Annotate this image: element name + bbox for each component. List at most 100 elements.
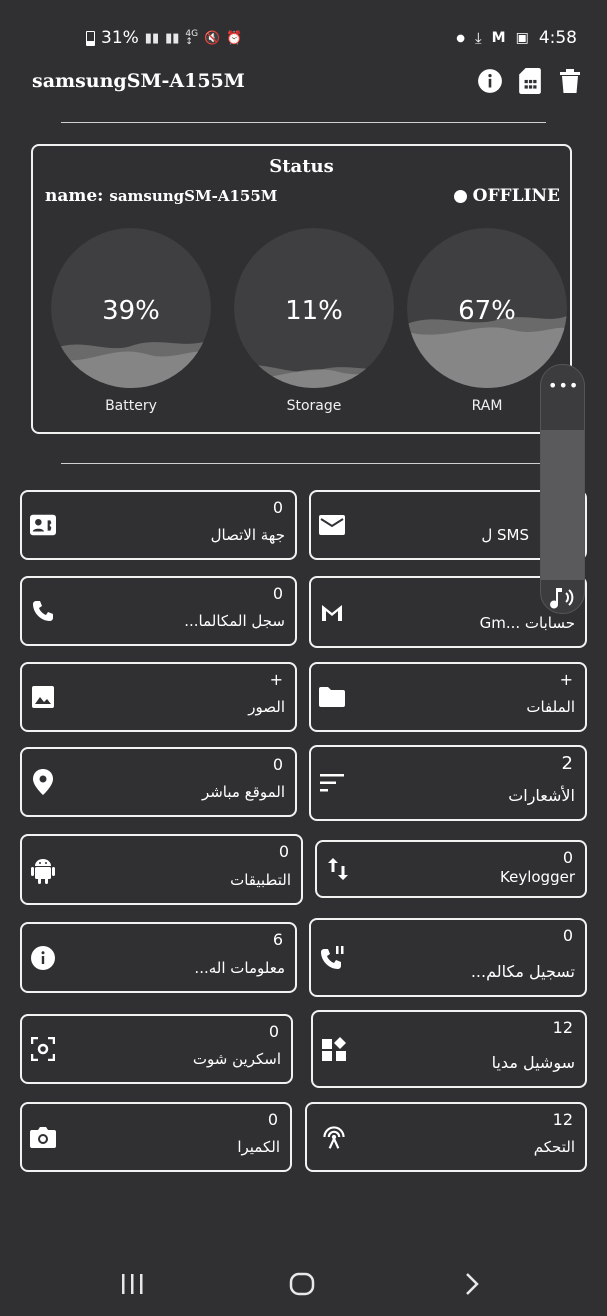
gmail-icon [319, 599, 345, 625]
tile-label: الصور [248, 698, 285, 716]
signal-icon: ▮▮ [144, 30, 160, 46]
tile-label: الموقع مباشر [201, 783, 285, 801]
device-name: name: samsungSM-A155M [45, 186, 277, 206]
tile-label: التحكم [533, 1138, 575, 1156]
status-bar-left: 31% ▮▮ ▮▮ 4G ↕ 🔇 ⏰ [86, 28, 243, 48]
tile-label: تسجيل مكالم... [470, 962, 575, 981]
back-icon[interactable] [462, 1272, 482, 1303]
widgets-icon [321, 1036, 347, 1062]
tile-social-media[interactable]: 12 سوشيل مديا [311, 1010, 587, 1088]
tile-control[interactable]: 12 التحكم [305, 1102, 587, 1172]
tile-count: 0 [267, 1110, 278, 1129]
divider-top [61, 122, 546, 123]
android-icon [30, 857, 56, 884]
status-card-title: Status [269, 156, 334, 177]
network-4g-icon: 4G ↕ [185, 29, 199, 47]
tile-label: SMS ل [481, 526, 529, 544]
mute-icon: 🔇 [204, 30, 221, 46]
phone-icon [30, 598, 56, 624]
info-icon[interactable] [477, 68, 503, 94]
info-circle-icon [30, 945, 56, 971]
status-bar-right: ● ⤓ M ▣ 4:58 [456, 28, 577, 48]
recents-icon[interactable] [120, 1272, 144, 1302]
header-actions [477, 68, 583, 94]
tile-count: 0 [278, 842, 289, 861]
trash-icon[interactable] [557, 68, 583, 94]
tile-call-log[interactable]: 0 سجل المكالما... [20, 576, 297, 646]
image-icon [30, 684, 56, 710]
gauge-label: Storage [286, 398, 342, 414]
status-dot-icon [453, 189, 467, 203]
tile-label: اسكرين شوت [192, 1050, 281, 1068]
tile-label: التطبيقات [230, 871, 291, 889]
gallery-status-icon: ▣ [515, 30, 529, 46]
sim-card-icon[interactable] [517, 68, 543, 94]
page-title: samsungSM-A155M [32, 70, 245, 92]
tile-label: سوشيل مديا [491, 1053, 575, 1072]
more-dots-icon[interactable]: ••• [548, 376, 578, 395]
tile-label: سجل المكالما... [184, 612, 285, 630]
antenna-icon [321, 1124, 347, 1150]
folder-icon [319, 684, 345, 710]
gauge-battery: 39% Battery [51, 228, 211, 414]
tile-label: الكميرا [237, 1138, 280, 1156]
gauge-value: 67% [458, 296, 516, 326]
alarm-icon: ⏰ [226, 30, 243, 46]
screenshot-icon [30, 1036, 56, 1062]
tile-count: 0 [272, 755, 283, 774]
tile-keylogger[interactable]: 0 Keylogger [315, 840, 587, 898]
tile-count: 0 [272, 498, 283, 517]
tile-camera[interactable]: 0 الكميرا [20, 1102, 292, 1172]
tile-count: 6 [272, 930, 283, 949]
tile-device-info[interactable]: 6 معلومات اله... [20, 922, 297, 993]
download-icon: ⤓ [475, 29, 482, 47]
notification-dot-icon: ● [456, 32, 465, 44]
tile-apps[interactable]: 0 التطبيقات [20, 834, 303, 905]
contact-card-icon [30, 512, 56, 538]
phone-paused-icon [319, 945, 345, 971]
tile-count: 2 [561, 753, 573, 774]
status-card: Status name: samsungSM-A155M OFFLINE 39%… [31, 144, 572, 434]
status-badge: OFFLINE [453, 186, 560, 206]
mail-icon [319, 512, 345, 538]
tile-count: 0 [272, 584, 283, 603]
tile-call-recording[interactable]: 0 تسجيل مكالم... [309, 918, 587, 997]
gauge-storage: 11% Storage [234, 228, 394, 414]
tile-count: 0 [562, 848, 573, 867]
tile-label: معلومات اله... [194, 959, 285, 977]
tile-contacts[interactable]: 0 جهة الاتصال [20, 490, 297, 560]
tile-photos[interactable]: + الصور [20, 662, 297, 732]
clock: 4:58 [538, 28, 577, 48]
battery-percent: 31% [101, 28, 139, 48]
divider-middle [61, 463, 546, 464]
signal-icon-2: ▮▮ [165, 30, 180, 46]
tile-files[interactable]: + الملفات [309, 662, 587, 732]
camera-icon [30, 1124, 56, 1150]
gauge-value: 39% [102, 296, 160, 326]
tile-notifications[interactable]: 2 الأشعارات [309, 745, 587, 821]
home-icon[interactable] [289, 1272, 315, 1303]
tile-label: حسابات ...Gm [479, 614, 575, 632]
tile-live-location[interactable]: 0 الموقع مباشر [20, 747, 297, 817]
tile-count: + [269, 670, 283, 689]
gauge-label: Battery [105, 398, 157, 414]
tile-screenshot[interactable]: 0 اسكرين شوت [20, 1014, 293, 1084]
volume-slider[interactable] [541, 430, 584, 580]
sort-lines-icon [319, 770, 345, 796]
tile-label: الملفات [526, 698, 575, 716]
tile-count: 0 [562, 926, 573, 945]
tile-count: 12 [552, 1018, 573, 1037]
device-name-label: name: [45, 186, 104, 206]
tile-count: 12 [552, 1110, 573, 1129]
swap-vertical-icon [325, 856, 351, 882]
device-name-value: samsungSM-A155M [109, 187, 278, 205]
battery-icon [86, 30, 95, 46]
tile-label: Keylogger [500, 868, 575, 886]
gauge-value: 11% [285, 296, 343, 326]
tile-count: 0 [268, 1022, 279, 1041]
tile-label: جهة الاتصال [210, 526, 285, 544]
location-pin-icon [30, 769, 56, 795]
tile-count: + [559, 670, 573, 689]
tile-label: الأشعارات [508, 786, 575, 805]
media-volume-icon[interactable] [548, 584, 578, 610]
